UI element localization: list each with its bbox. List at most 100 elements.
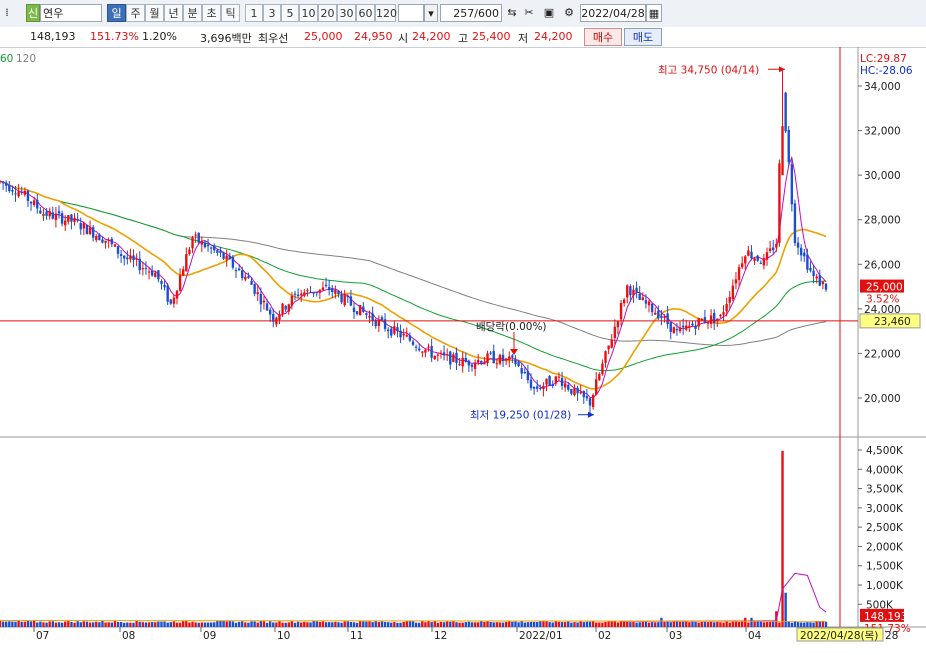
candle	[26, 189, 30, 208]
candle-body	[647, 301, 651, 306]
volume-bar	[355, 622, 359, 627]
interval-custom-input[interactable]	[398, 4, 424, 22]
period-button-0[interactable]: 일	[107, 4, 126, 22]
candle	[355, 311, 359, 316]
candle-body	[433, 355, 436, 360]
candle-body	[799, 247, 803, 256]
candle-body	[436, 354, 440, 356]
time-axis-label: 09	[203, 630, 216, 642]
volume-bar	[557, 621, 561, 627]
period-button-6[interactable]: 틱	[221, 4, 240, 22]
candle	[331, 285, 334, 299]
candle-body	[591, 394, 595, 408]
interval-dropdown[interactable]: ▾	[424, 4, 438, 22]
candle-body	[486, 353, 489, 364]
candle	[324, 277, 328, 288]
best-bid-value: 24,950	[354, 30, 393, 43]
volume-bar	[501, 622, 505, 627]
period-button-4[interactable]: 분	[183, 4, 202, 22]
draw-tool-icon[interactable]: ✂	[521, 4, 537, 22]
volume-axis-label: 4,000K	[866, 464, 904, 476]
interval-button-60[interactable]: 60	[356, 4, 375, 22]
candle-body	[601, 363, 604, 375]
candle-body	[551, 384, 554, 387]
interval-button-1[interactable]: 1	[245, 4, 263, 22]
turnover-value: 1.20%	[142, 30, 177, 43]
candle-body	[8, 184, 11, 192]
volume-bar	[321, 621, 325, 627]
candle	[489, 350, 492, 355]
candle-body	[107, 240, 110, 242]
candle-body	[157, 270, 160, 280]
volume-bar	[144, 622, 148, 627]
volume-bar	[663, 622, 666, 627]
candle-body	[1, 181, 5, 184]
candle-body	[241, 270, 244, 279]
stock-name-input[interactable]: 연우	[40, 4, 102, 22]
volume-bar	[635, 622, 638, 627]
volume-bar	[455, 622, 458, 627]
menu-grip-icon[interactable]: ⁞	[0, 4, 14, 22]
candle	[362, 301, 365, 313]
interval-button-120[interactable]: 120	[375, 4, 397, 22]
volume-bar	[290, 621, 294, 627]
count-input[interactable]: 257/600	[440, 4, 502, 22]
candle-body	[200, 241, 204, 245]
volume-bar	[570, 622, 573, 627]
candle-body	[706, 322, 710, 324]
candle-body	[355, 311, 359, 315]
calendar-icon[interactable]: ▦	[646, 4, 662, 22]
volume-bar	[796, 622, 800, 627]
candle-body	[324, 284, 328, 286]
volume-bar	[54, 622, 58, 627]
interval-button-30[interactable]: 30	[337, 4, 356, 22]
candle-body	[790, 164, 794, 205]
price-axis-label: 22,000	[864, 348, 901, 360]
candle-body	[197, 232, 200, 243]
stock-chart[interactable]: 60 12034,00032,00030,00028,00026,00024,00…	[0, 47, 926, 655]
interval-button-10[interactable]: 10	[299, 4, 318, 22]
period-button-3[interactable]: 년	[164, 4, 183, 22]
volume-bar	[309, 622, 312, 627]
period-button-5[interactable]: 초	[202, 4, 221, 22]
volume-bar	[343, 621, 346, 627]
sell-button[interactable]: 매도	[624, 28, 662, 46]
interval-button-3[interactable]: 3	[263, 4, 281, 22]
chart-tool-icon[interactable]: ⇆	[504, 4, 520, 22]
volume-bar	[70, 621, 73, 627]
gear-icon[interactable]: ⚙	[561, 4, 577, 22]
candle-body	[626, 285, 629, 298]
candle-body	[340, 294, 343, 303]
candle-body	[526, 371, 530, 381]
time-axis-label: 10	[277, 630, 290, 642]
volume-bar	[60, 622, 64, 627]
candle	[427, 343, 430, 352]
candle-body	[91, 227, 95, 238]
date-input[interactable]: 2022/04/28	[580, 4, 646, 22]
save-icon[interactable]: ▣	[541, 4, 557, 22]
candle-body	[14, 193, 17, 195]
period-button-2[interactable]: 월	[145, 4, 164, 22]
volume-bar	[722, 622, 725, 627]
interval-button-5[interactable]: 5	[281, 4, 299, 22]
candle-body	[123, 255, 126, 259]
interval-button-20[interactable]: 20	[318, 4, 337, 22]
candle	[262, 296, 266, 310]
buy-button[interactable]: 매수	[584, 28, 622, 46]
candle-body	[169, 299, 172, 304]
volume-bar	[610, 621, 613, 627]
volume-bar	[647, 622, 651, 627]
period-button-1[interactable]: 주	[126, 4, 145, 22]
candle-body	[812, 270, 815, 277]
volume-bar	[45, 622, 48, 627]
candle-body	[203, 242, 207, 248]
candle	[613, 319, 617, 345]
volume-bar	[812, 622, 815, 627]
volume-bar	[725, 621, 728, 627]
volume-bar	[172, 621, 176, 627]
low-value: 24,200	[534, 30, 573, 43]
volume-bar	[278, 621, 281, 627]
candle	[129, 248, 132, 263]
low-label: 저	[518, 32, 529, 45]
candle-body	[414, 346, 418, 348]
